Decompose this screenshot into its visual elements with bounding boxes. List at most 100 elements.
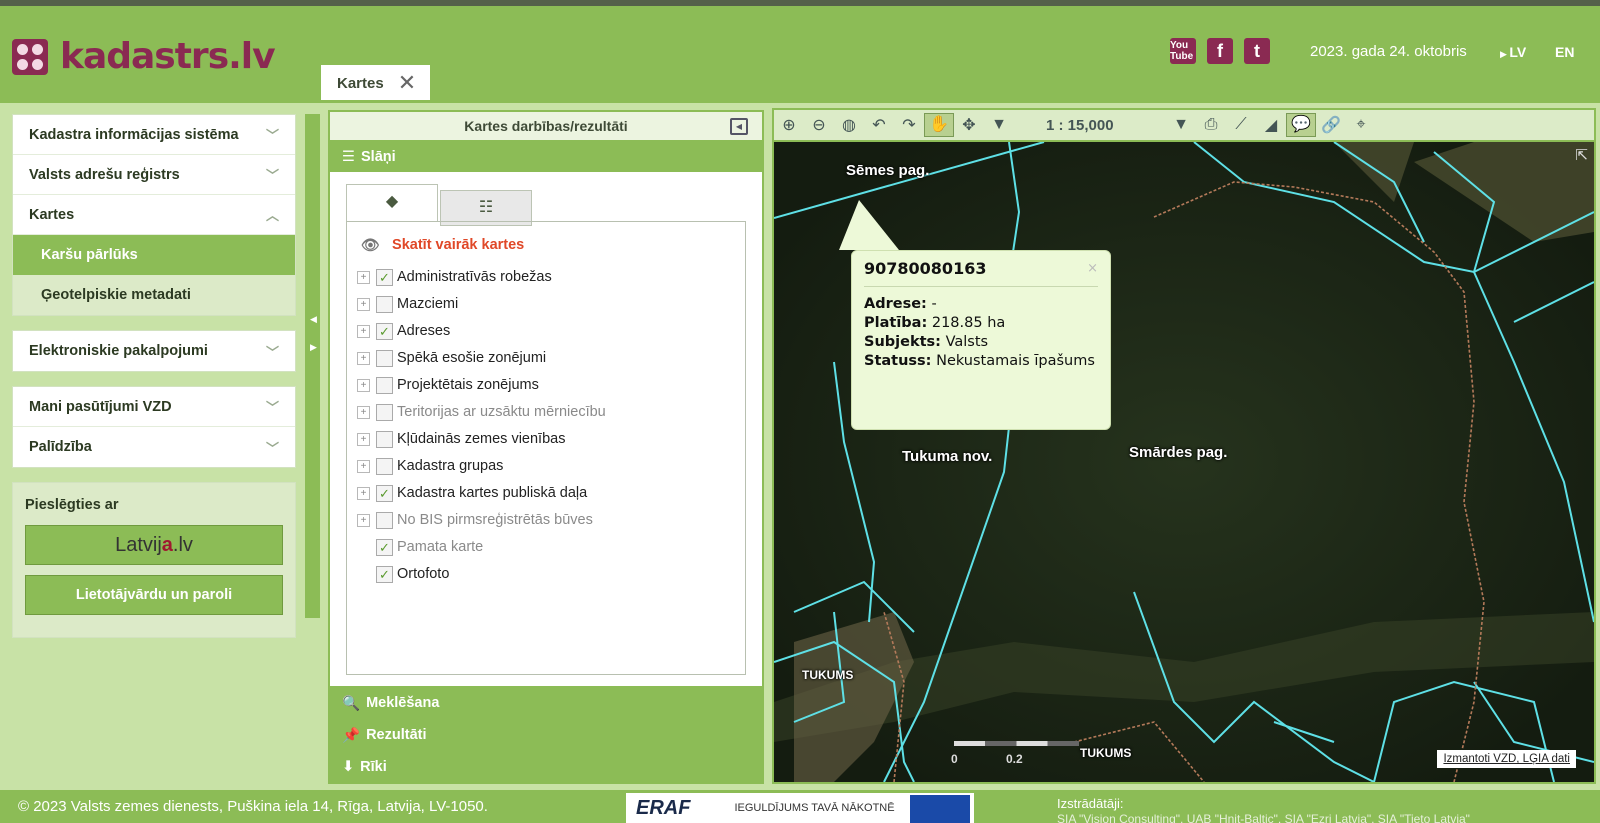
zoom-out-icon[interactable]: ⊖ bbox=[804, 115, 834, 135]
lang-en-link[interactable]: EN bbox=[1555, 44, 1574, 60]
layer-row[interactable]: + ✓ Kadastra kartes publiskā daļa bbox=[357, 482, 587, 504]
eu-flag-icon bbox=[910, 795, 970, 823]
nav-sub-karsu-parluks[interactable]: Karšu pārlūks bbox=[13, 235, 295, 275]
zoom-in-icon[interactable]: ⊕ bbox=[774, 115, 804, 135]
layer-checkbox[interactable] bbox=[376, 295, 393, 313]
expand-plus-icon[interactable]: + bbox=[357, 405, 370, 419]
section-meklesana[interactable]: 🔍 Meklēšana bbox=[330, 688, 762, 718]
expand-plus-icon[interactable]: + bbox=[357, 513, 370, 527]
measure-distance-icon[interactable]: ⟋ bbox=[1226, 116, 1256, 134]
nav-item-kis[interactable]: Kadastra informācijas sistēma ﹀ bbox=[13, 115, 295, 155]
subheader-line bbox=[0, 100, 1600, 103]
expand-plus-icon[interactable]: + bbox=[357, 324, 370, 338]
nav-item-kartes[interactable]: Kartes ︿ bbox=[13, 195, 295, 235]
layer-row[interactable]: + No BIS pirmsreģistrētās būves bbox=[357, 509, 593, 531]
expand-plus-icon[interactable]: + bbox=[357, 378, 370, 392]
expand-plus-icon[interactable]: + bbox=[357, 432, 370, 446]
sidebar-splitter[interactable]: ◀ ▶ bbox=[305, 114, 320, 618]
popup-close-icon[interactable]: × bbox=[1087, 261, 1098, 276]
panel-title: Kartes darbības/rezultāti ◀ bbox=[330, 112, 762, 140]
layer-checkbox[interactable] bbox=[376, 457, 393, 475]
nav-item-mani[interactable]: Mani pasūtījumi VZD ﹀ bbox=[13, 387, 295, 427]
layer-checkbox[interactable]: ✓ bbox=[376, 484, 393, 502]
pan-hand-icon[interactable]: ✋ bbox=[924, 113, 954, 137]
undo-icon[interactable]: ↶ bbox=[864, 115, 894, 135]
latvija-pre: Latvij bbox=[115, 533, 162, 556]
expand-plus-icon[interactable]: + bbox=[357, 297, 370, 311]
layer-row[interactable]: + Spēkā esošie zonējumi bbox=[357, 347, 546, 369]
facebook-icon[interactable]: f bbox=[1207, 38, 1233, 64]
map-canvas[interactable]: Sēmes pag. Tukuma nov. Smārdes pag. TUKU… bbox=[774, 142, 1594, 782]
tab-layers-tree[interactable]: ◆ bbox=[346, 184, 438, 222]
nav-item-var[interactable]: Valsts adrešu reģistrs ﹀ bbox=[13, 155, 295, 195]
layer-checkbox[interactable]: ✓ bbox=[376, 268, 393, 286]
nav-item-label: Palīdzība bbox=[29, 439, 92, 455]
layer-row[interactable]: ✓ Ortofoto bbox=[357, 563, 449, 585]
layer-checkbox[interactable]: ✓ bbox=[376, 565, 393, 583]
section-slani[interactable]: ☰ Slāņi bbox=[330, 142, 762, 172]
twitter-icon[interactable]: t bbox=[1244, 38, 1270, 64]
layer-row[interactable]: + ✓ Administratīvās robežas bbox=[357, 266, 552, 288]
layer-checkbox[interactable] bbox=[376, 403, 393, 421]
layer-checkbox[interactable] bbox=[376, 511, 393, 529]
print-icon[interactable]: ⎙ bbox=[1196, 116, 1226, 134]
layer-row[interactable]: + ✓ Adreses bbox=[357, 320, 450, 342]
expand-plus-icon[interactable]: + bbox=[357, 270, 370, 284]
latvija-mid: a bbox=[161, 533, 173, 556]
layers-icon: ☰ bbox=[342, 149, 355, 165]
chevron-down-icon: ﹀ bbox=[265, 400, 279, 415]
logo[interactable]: kadastrs.lv bbox=[12, 36, 276, 77]
layer-row[interactable]: + Teritorijas ar uzsāktu mērniecību bbox=[357, 401, 606, 423]
layer-checkbox[interactable]: ✓ bbox=[376, 538, 393, 556]
logo-text: kadastrs.lv bbox=[60, 36, 276, 77]
layer-checkbox[interactable]: ✓ bbox=[376, 322, 393, 340]
map-side-panel: Kartes darbības/rezultāti ◀ ☰ Slāņi ◆ ☷ 👁… bbox=[328, 110, 764, 784]
map-attribution[interactable]: Izmantoti VZD, LĢIA dati bbox=[1437, 750, 1576, 768]
map-scale-bar bbox=[954, 741, 1079, 746]
site-header: kadastrs.lv You Tube f t 2023. gada 24. … bbox=[0, 6, 1600, 101]
nav-item-palidziba[interactable]: Palīdzība ﹀ bbox=[13, 427, 295, 467]
scale-dropdown-icon[interactable]: ▼ bbox=[1166, 116, 1196, 134]
panel-collapse-icon[interactable]: ◀ bbox=[730, 118, 748, 135]
latvija-lv-button[interactable]: Latvij a .lv bbox=[25, 525, 283, 565]
full-extent-icon[interactable]: ◍ bbox=[834, 115, 864, 135]
layer-checkbox[interactable] bbox=[376, 376, 393, 394]
redo-icon[interactable]: ↷ bbox=[894, 115, 924, 135]
password-login-button[interactable]: Lietotājvārdu un paroli bbox=[25, 575, 283, 615]
expand-plus-icon[interactable]: + bbox=[357, 486, 370, 500]
youtube-icon[interactable]: You Tube bbox=[1170, 38, 1196, 64]
expand-map-icon[interactable]: ⇱ bbox=[1575, 146, 1588, 164]
section-rezultati[interactable]: 📌 Rezultāti bbox=[330, 720, 762, 750]
tab-close-icon[interactable]: ✕ bbox=[398, 72, 416, 94]
layer-checkbox[interactable] bbox=[376, 430, 393, 448]
expand-plus-icon[interactable]: + bbox=[357, 351, 370, 365]
layer-label: Administratīvās robežas bbox=[397, 269, 552, 285]
nav-item-elektroniskie[interactable]: Elektroniskie pakalpojumi ﹀ bbox=[13, 331, 295, 371]
nav-sub-geotelpiskie[interactable]: Ģeotelpiskie metadati bbox=[13, 275, 295, 315]
eye-icon: 👁 bbox=[361, 237, 381, 254]
identify-icon[interactable]: 💬 bbox=[1286, 113, 1316, 137]
select-dropdown-icon[interactable]: ▼ bbox=[984, 116, 1014, 134]
more-maps-link[interactable]: 👁 Skatīt vairāk kartes bbox=[361, 236, 524, 254]
layer-row[interactable]: + Projektētais zonējums bbox=[357, 374, 539, 396]
nav-item-label: Kadastra informācijas sistēma bbox=[29, 126, 239, 143]
tab-kartes[interactable]: Kartes ✕ bbox=[321, 65, 430, 101]
layer-row[interactable]: ✓ Pamata karte bbox=[357, 536, 483, 558]
measure-area-icon[interactable]: ◢ bbox=[1256, 115, 1286, 135]
popup-value: Valsts bbox=[945, 334, 989, 350]
layer-row[interactable]: + Kļūdainās zemes vienības bbox=[357, 428, 565, 450]
collapse-left-icon[interactable]: ◀ bbox=[310, 314, 317, 325]
link-icon[interactable]: 🔗 bbox=[1316, 115, 1346, 135]
lang-lv-link[interactable]: ▶ LV bbox=[1500, 44, 1526, 60]
popup-row-status: Statuss: Nekustamais īpašums bbox=[864, 352, 1098, 371]
layer-row[interactable]: + Kadastra grupas bbox=[357, 455, 503, 477]
layer-checkbox[interactable] bbox=[376, 349, 393, 367]
expand-plus-icon[interactable]: + bbox=[357, 459, 370, 473]
layer-label: Ortofoto bbox=[397, 566, 450, 582]
login-box: Pieslēgties ar Latvij a .lv Lietotājvārdu … bbox=[12, 482, 296, 638]
locate-icon[interactable]: ⌖ bbox=[1346, 116, 1376, 134]
section-riki[interactable]: ⬇ Rīki bbox=[330, 752, 762, 782]
expand-right-icon[interactable]: ▶ bbox=[310, 342, 317, 353]
layer-row[interactable]: + Mazciemi bbox=[357, 293, 458, 315]
select-icon[interactable]: ✥ bbox=[954, 115, 984, 135]
